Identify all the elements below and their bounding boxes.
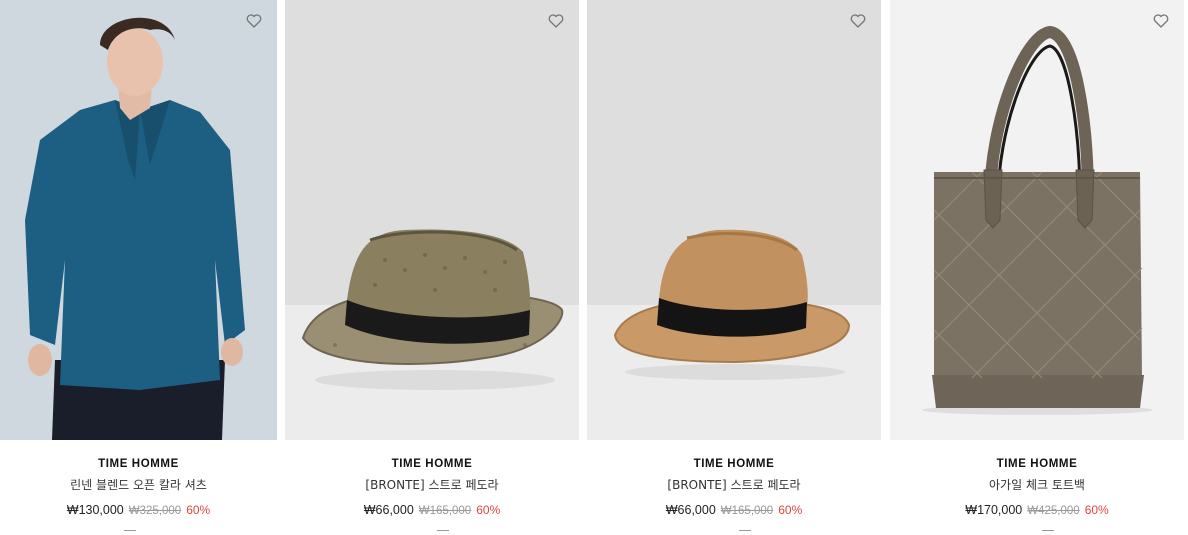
product-info: TIME HOMME 린넨 블렌드 오픈 칼라 셔츠 ₩130,000 ₩325,… <box>0 440 277 519</box>
shirt-model-photo <box>0 0 277 440</box>
price-row: ₩130,000 ₩325,000 60% <box>0 502 277 519</box>
price-row: ₩66,000 ₩165,000 60% <box>587 502 881 519</box>
discount-rate: 60% <box>476 503 501 517</box>
product-name[interactable]: 아가일 체크 토트백 <box>890 477 1184 493</box>
product-image[interactable] <box>587 0 881 440</box>
product-info: TIME HOMME [BRONTE] 스트로 페도라 ₩66,000 ₩165,… <box>587 440 881 519</box>
product-info: TIME HOMME [BRONTE] 스트로 페도라 ₩66,000 ₩165,… <box>285 440 579 519</box>
sale-price: ₩130,000 <box>66 503 124 517</box>
discount-rate: 60% <box>186 503 211 517</box>
product-image[interactable] <box>285 0 579 440</box>
brand-name[interactable]: TIME HOMME <box>0 457 277 471</box>
original-price: ₩325,000 <box>128 505 182 517</box>
product-card[interactable]: TIME HOMME [BRONTE] 스트로 페도라 ₩66,000 ₩165,… <box>285 0 579 533</box>
product-image[interactable] <box>0 0 277 440</box>
price-row: ₩66,000 ₩165,000 60% <box>285 502 579 519</box>
product-card[interactable]: TIME HOMME 아가일 체크 토트백 ₩170,000 ₩425,000 60… <box>890 0 1184 533</box>
sale-price: ₩66,000 <box>665 503 716 517</box>
brand-name[interactable]: TIME HOMME <box>890 457 1184 471</box>
woven-tote-bag-photo <box>890 0 1184 440</box>
product-name[interactable]: [BRONTE] 스트로 페도라 <box>285 477 579 493</box>
heart-icon[interactable] <box>1152 12 1170 30</box>
tan-fedora-photo <box>587 0 881 440</box>
sale-price: ₩170,000 <box>965 503 1023 517</box>
price-row: ₩170,000 ₩425,000 60% <box>890 502 1184 519</box>
original-price: ₩165,000 <box>720 505 774 517</box>
heart-icon[interactable] <box>547 12 565 30</box>
heart-icon[interactable] <box>849 12 867 30</box>
brand-name[interactable]: TIME HOMME <box>587 457 881 471</box>
product-name[interactable]: [BRONTE] 스트로 페도라 <box>587 477 881 493</box>
brand-name[interactable]: TIME HOMME <box>285 457 579 471</box>
original-price: ₩425,000 <box>1027 505 1080 517</box>
product-card[interactable]: TIME HOMME [BRONTE] 스트로 페도라 ₩66,000 ₩165,… <box>587 0 881 533</box>
product-image[interactable] <box>890 0 1184 440</box>
original-price: ₩165,000 <box>418 505 472 517</box>
straw-fedora-photo <box>285 0 579 440</box>
product-card[interactable]: TIME HOMME 린넨 블렌드 오픈 칼라 셔츠 ₩130,000 ₩325,… <box>0 0 277 533</box>
discount-rate: 60% <box>1084 503 1109 517</box>
heart-icon[interactable] <box>245 12 263 30</box>
sale-price: ₩66,000 <box>363 503 414 517</box>
discount-rate: 60% <box>778 503 803 517</box>
product-grid: TIME HOMME 린넨 블렌드 오픈 칼라 셔츠 ₩130,000 ₩325,… <box>0 0 1188 533</box>
product-info: TIME HOMME 아가일 체크 토트백 ₩170,000 ₩425,000 60… <box>890 440 1184 519</box>
product-name[interactable]: 린넨 블렌드 오픈 칼라 셔츠 <box>0 477 277 493</box>
